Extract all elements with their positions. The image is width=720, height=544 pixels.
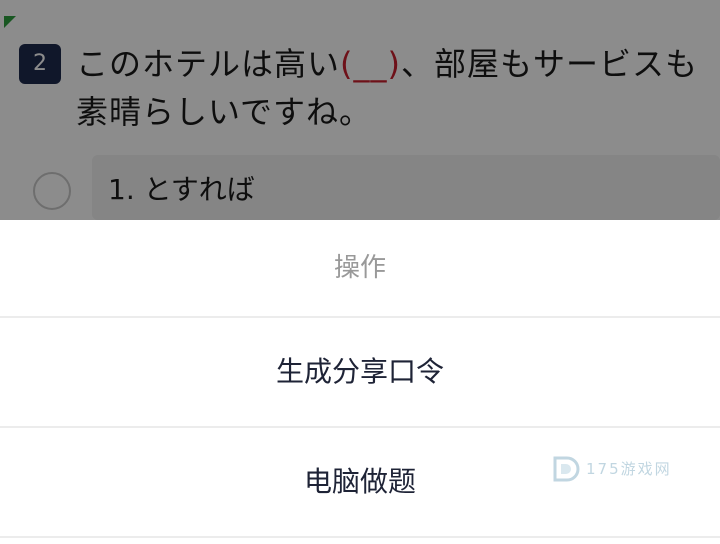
divider bbox=[0, 536, 720, 538]
watermark-text: 175游戏网 bbox=[586, 460, 672, 478]
action-sheet-title: 操作 bbox=[333, 253, 386, 283]
modal-backdrop[interactable] bbox=[0, 0, 720, 220]
watermark-logo-icon bbox=[553, 456, 580, 482]
action-sheet: 操作 生成分享口令 电脑做题 bbox=[0, 220, 720, 544]
watermark: 175游戏网 bbox=[552, 452, 682, 486]
generate-share-code-button[interactable]: 生成分享口令 bbox=[0, 318, 720, 426]
